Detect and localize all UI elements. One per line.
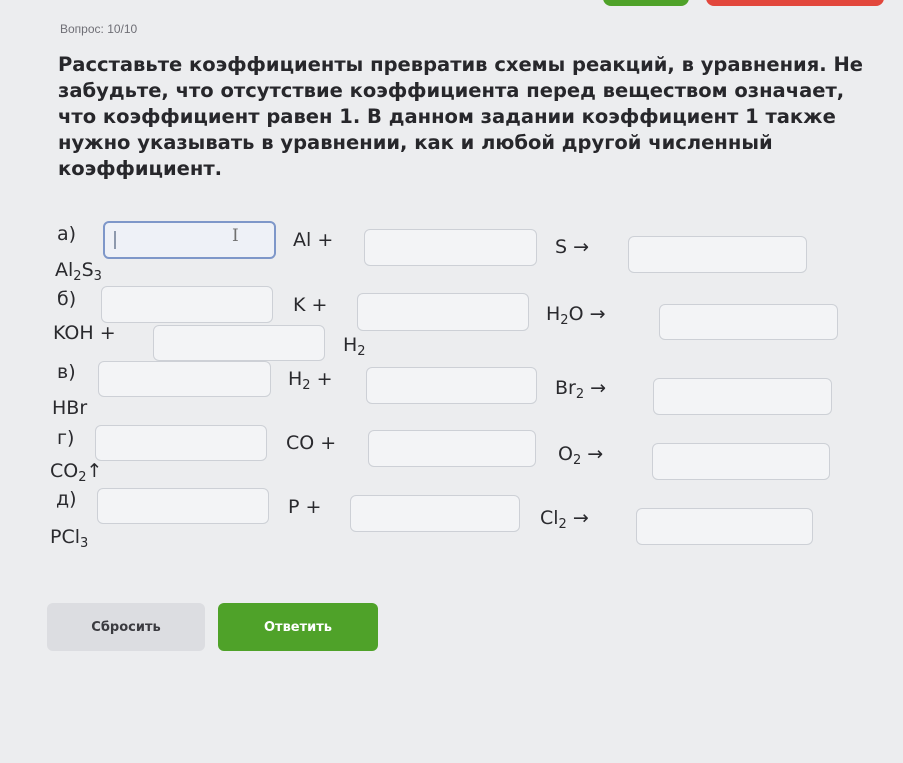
reaction-a-product: Al2S3 — [55, 259, 102, 284]
reaction-b-coef-2[interactable] — [357, 293, 529, 331]
reaction-v-coef-3[interactable] — [653, 378, 832, 415]
reaction-d-text-1: P + — [288, 496, 322, 518]
reaction-v-product: HBr — [52, 397, 88, 419]
reaction-g-text-1: CO + — [286, 432, 337, 454]
question-counter: Вопрос: 10/10 — [60, 22, 138, 36]
reaction-b-coef-3[interactable] — [659, 304, 838, 340]
reaction-g-coef-1[interactable] — [95, 425, 267, 461]
reaction-g-coef-3[interactable] — [652, 443, 830, 480]
reaction-d-text-2: Cl2 → — [540, 507, 589, 532]
reaction-a-coef-2[interactable] — [364, 229, 537, 266]
reaction-a-text-2: S → — [555, 236, 590, 258]
reaction-d-product: PCl3 — [50, 526, 89, 551]
answer-button[interactable]: Ответить — [218, 603, 378, 651]
reaction-v-coef-1[interactable] — [98, 361, 271, 397]
reaction-b-coef-1[interactable] — [101, 286, 273, 323]
reaction-g-text-2: O2 → — [558, 443, 604, 468]
reaction-a-coef-3[interactable] — [628, 236, 807, 273]
reaction-b-text-4: H2 — [343, 334, 366, 359]
reaction-b-label: б) — [57, 288, 77, 310]
reaction-v-coef-2[interactable] — [366, 367, 537, 404]
reaction-g-label: г) — [57, 427, 75, 449]
reaction-v-text-2: Br2 → — [555, 377, 607, 402]
reaction-g-coef-2[interactable] — [368, 430, 536, 467]
reaction-a-coef-1[interactable] — [103, 221, 276, 259]
reaction-d-label: д) — [56, 488, 77, 510]
top-green-button[interactable] — [603, 0, 689, 6]
reaction-g-product: CO2↑ — [50, 460, 103, 485]
reaction-v-text-1: H2 + — [288, 368, 333, 393]
reaction-b-text-2: H2O → — [546, 303, 606, 328]
reaction-b-text-3: KOH + — [53, 322, 116, 344]
reaction-v-label: в) — [57, 361, 76, 383]
text-caret — [114, 231, 116, 249]
reaction-b-coef-4[interactable] — [153, 325, 325, 361]
reaction-a-label: а) — [57, 223, 77, 245]
reaction-d-coef-3[interactable] — [636, 508, 813, 545]
reaction-b-text-1: K + — [293, 294, 328, 316]
reaction-d-coef-2[interactable] — [350, 495, 520, 532]
reaction-d-coef-1[interactable] — [97, 488, 269, 524]
top-red-button[interactable] — [706, 0, 884, 6]
task-instructions: Расставьте коэффициенты превратив схемы … — [58, 53, 863, 180]
reset-button[interactable]: Сбросить — [47, 603, 205, 651]
reaction-a-text-1: Al + — [293, 229, 334, 251]
